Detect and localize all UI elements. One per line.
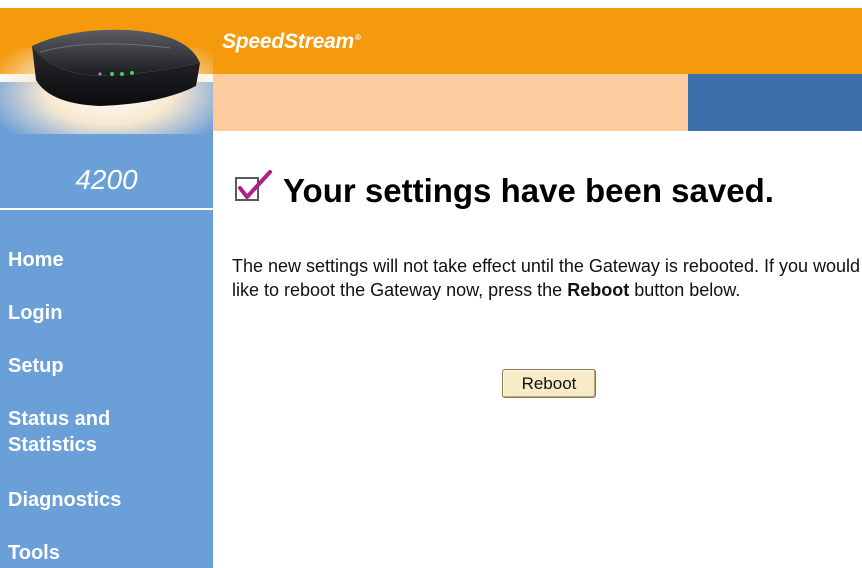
nav-login[interactable]: Login bbox=[8, 300, 62, 326]
message-text-1: The new settings will not take effect un… bbox=[232, 256, 861, 300]
checkbox-check-icon bbox=[235, 170, 272, 201]
brand-name: SpeedStream bbox=[222, 30, 355, 53]
message-reboot-word: Reboot bbox=[567, 280, 630, 300]
nav-setup[interactable]: Setup bbox=[8, 353, 64, 379]
router-image bbox=[0, 8, 213, 134]
nav-status-and-statistics[interactable]: Status and Statistics bbox=[8, 406, 110, 458]
header-subbar bbox=[210, 74, 688, 131]
reboot-message: The new settings will not take effect un… bbox=[232, 254, 860, 302]
router-icon bbox=[32, 29, 200, 106]
nav-home[interactable]: Home bbox=[8, 247, 64, 273]
brand-trademark: ® bbox=[355, 33, 361, 42]
reboot-button[interactable]: Reboot bbox=[502, 369, 596, 398]
nav-status-line1: Status and bbox=[8, 408, 111, 430]
page-title: Your settings have been saved. bbox=[283, 172, 774, 209]
nav-diagnostics[interactable]: Diagnostics bbox=[8, 487, 121, 513]
model-number: 4200 bbox=[75, 164, 138, 195]
sidebar-divider bbox=[0, 208, 213, 210]
nav-tools[interactable]: Tools bbox=[8, 540, 60, 566]
nav-status-line2: Statistics bbox=[8, 434, 97, 456]
message-text-2: button below. bbox=[629, 280, 741, 300]
header-corner-block bbox=[688, 74, 862, 131]
brand-logo: SpeedStream® bbox=[222, 30, 361, 54]
sidebar: 4200 Home Login Setup Status and Statist… bbox=[0, 74, 213, 568]
